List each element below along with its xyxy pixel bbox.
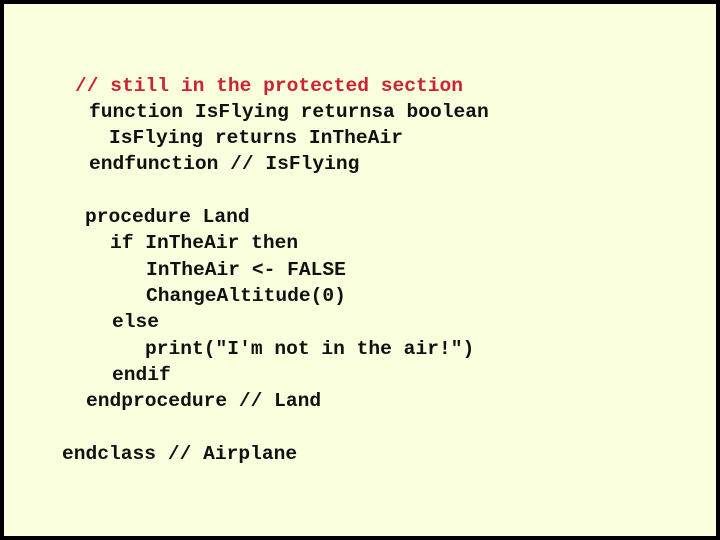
code-line-procedure-declaration: procedure Land: [85, 206, 250, 228]
code-line-endclass: endclass // Airplane: [62, 443, 298, 465]
code-line-function-declaration: function IsFlying returnsa boolean: [89, 101, 489, 123]
slide: // still in the protected section functi…: [4, 4, 716, 536]
code-line-endfunction: endfunction // IsFlying: [89, 153, 360, 175]
code-line-if: if InTheAir then: [110, 232, 299, 254]
code-line-endif: endif: [112, 364, 171, 386]
code-line-function-body: IsFlying returns InTheAir: [109, 127, 403, 149]
code-comment-line: // still in the protected section: [75, 75, 464, 97]
code-block: // still in the protected section functi…: [4, 4, 489, 465]
code-line-change-altitude: ChangeAltitude(0): [146, 285, 346, 307]
code-line-endprocedure: endprocedure // Land: [86, 390, 322, 412]
code-line-print: print("I'm not in the air!"): [145, 338, 475, 360]
code-line-else: else: [112, 311, 160, 333]
code-line-assignment: InTheAir <- FALSE: [146, 259, 346, 281]
